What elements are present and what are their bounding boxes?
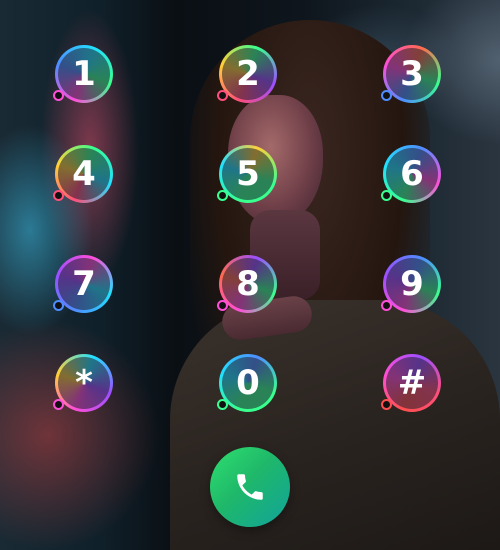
- dial-key-label: 1: [72, 54, 96, 94]
- dial-key-label: 4: [72, 154, 96, 194]
- dial-key-face: 5: [222, 148, 274, 200]
- dial-key-label: #: [397, 363, 427, 403]
- key-dot-icon: [217, 300, 228, 311]
- dial-key-face: *: [58, 357, 110, 409]
- dial-key-4[interactable]: 4: [53, 145, 113, 203]
- dial-key-label: 3: [400, 54, 424, 94]
- dial-key-7[interactable]: 7: [53, 255, 113, 313]
- dial-key-3[interactable]: 3: [381, 45, 441, 103]
- dial-key-label: 0: [236, 363, 260, 403]
- dial-key-5[interactable]: 5: [217, 145, 277, 203]
- dial-key-6[interactable]: 6: [381, 145, 441, 203]
- key-dot-icon: [217, 190, 228, 201]
- dial-key-label: *: [75, 363, 93, 403]
- dial-key-face: 8: [222, 258, 274, 310]
- phone-icon: [237, 474, 263, 500]
- dial-key-hash[interactable]: #: [381, 354, 441, 412]
- key-dot-icon: [217, 399, 228, 410]
- dial-key-face: #: [386, 357, 438, 409]
- call-button[interactable]: [210, 447, 290, 527]
- dial-key-face: 7: [58, 258, 110, 310]
- key-dot-icon: [381, 190, 392, 201]
- key-dot-icon: [53, 90, 64, 101]
- dial-key-label: 6: [400, 154, 424, 194]
- dial-key-face: 3: [386, 48, 438, 100]
- key-dot-icon: [217, 90, 228, 101]
- key-dot-icon: [381, 90, 392, 101]
- key-dot-icon: [53, 399, 64, 410]
- key-dot-icon: [53, 190, 64, 201]
- dial-key-label: 7: [72, 264, 96, 304]
- dial-key-label: 8: [236, 264, 260, 304]
- dial-key-8[interactable]: 8: [217, 255, 277, 313]
- dial-key-face: 4: [58, 148, 110, 200]
- dial-key-face: 0: [222, 357, 274, 409]
- dial-key-1[interactable]: 1: [53, 45, 113, 103]
- dial-key-9[interactable]: 9: [381, 255, 441, 313]
- dial-key-label: 5: [236, 154, 260, 194]
- dial-key-face: 9: [386, 258, 438, 310]
- dial-key-2[interactable]: 2: [217, 45, 277, 103]
- dial-key-label: 2: [236, 54, 260, 94]
- dial-key-label: 9: [400, 264, 424, 304]
- dial-key-face: 6: [386, 148, 438, 200]
- key-dot-icon: [381, 300, 392, 311]
- dial-key-face: 2: [222, 48, 274, 100]
- dial-key-0[interactable]: 0: [217, 354, 277, 412]
- key-dot-icon: [53, 300, 64, 311]
- dial-key-face: 1: [58, 48, 110, 100]
- key-dot-icon: [381, 399, 392, 410]
- dial-key-star[interactable]: *: [53, 354, 113, 412]
